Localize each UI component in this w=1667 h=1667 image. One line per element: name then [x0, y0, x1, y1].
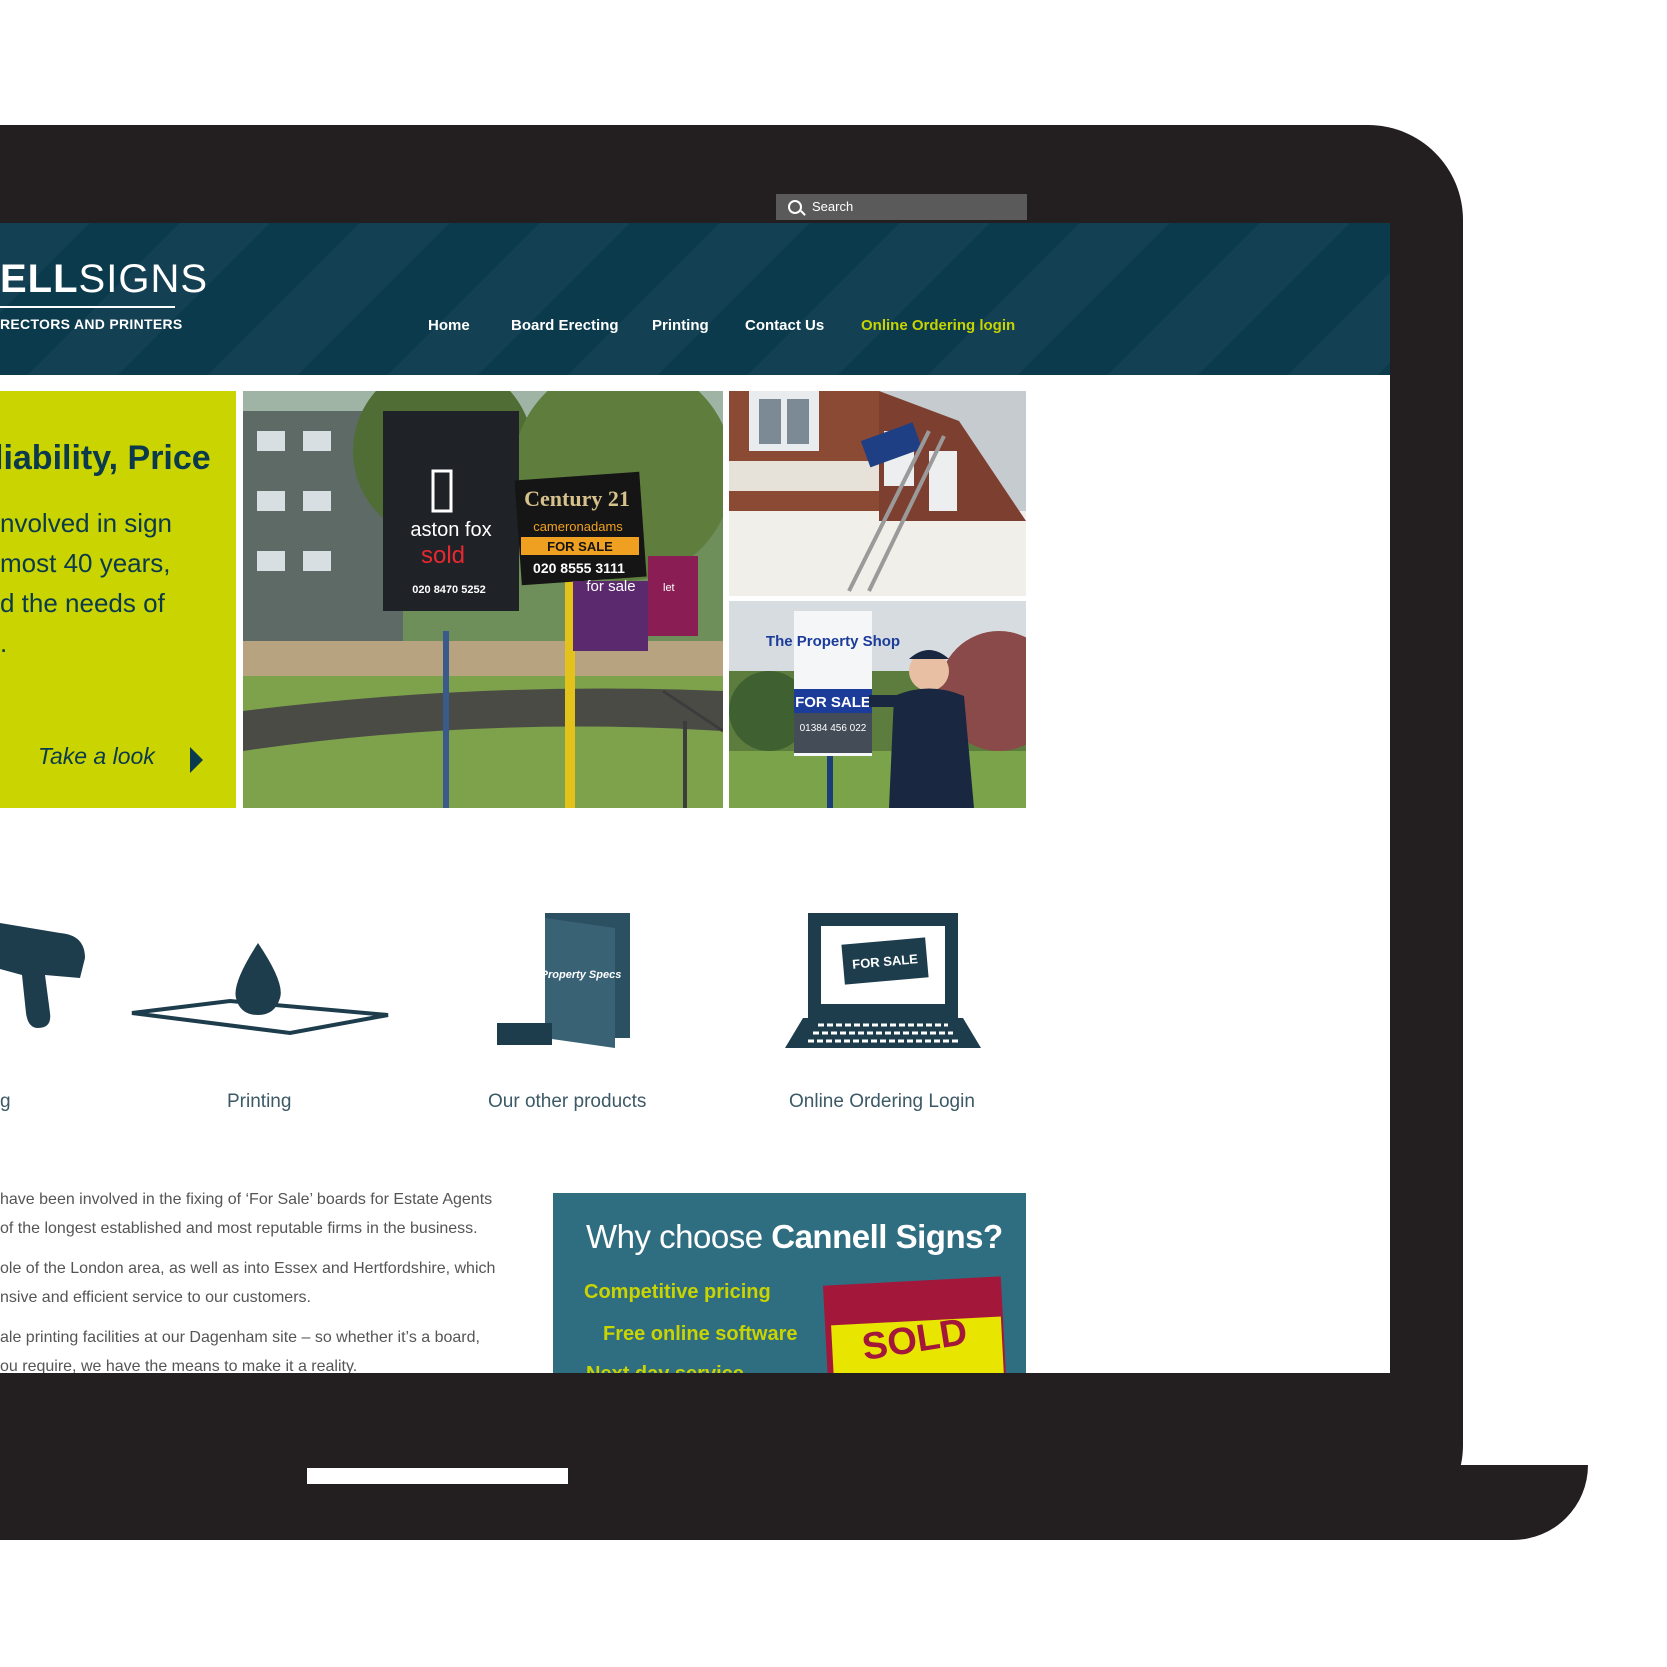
site-header: ELLSIGNS RECTORS AND PRINTERS Home Board… — [0, 223, 1390, 375]
drill-icon[interactable] — [0, 903, 90, 1038]
nav-contact[interactable]: Contact Us — [745, 317, 824, 334]
brochure-text: Property Specs — [541, 969, 622, 981]
laptop-base — [0, 1465, 1588, 1540]
service-label-erecting[interactable]: g — [0, 1091, 11, 1113]
hero-photo-house — [729, 391, 1026, 596]
about-line: of the longest established and most repu… — [0, 1220, 478, 1237]
about-line: ole of the London area, as well as into … — [0, 1260, 496, 1277]
service-label-online-login[interactable]: Online Ordering Login — [789, 1091, 975, 1113]
ink-drop-icon[interactable] — [130, 943, 390, 1058]
hero-line: nvolved in sign — [0, 508, 172, 538]
board-sub-cameron: cameronadams — [533, 519, 623, 534]
board-status-forsale: FOR SALE — [547, 539, 613, 554]
take-a-look-link[interactable]: Take a look — [38, 743, 155, 770]
board-brand-property: The Property Shop — [766, 633, 900, 650]
hero-banner: liability, Price nvolved in sign most 40… — [0, 391, 236, 808]
about-line: nsive and efficient service to our custo… — [0, 1289, 311, 1306]
why-point: Next day service — [586, 1363, 744, 1373]
service-label-printing[interactable]: Printing — [227, 1091, 291, 1113]
hero-title: liability, Price — [0, 439, 211, 477]
nav-printing[interactable]: Printing — [652, 317, 709, 334]
why-choose-banner[interactable]: Why choose Cannell Signs? Competitive pr… — [553, 1193, 1026, 1373]
board-brand-century: Century 21 — [524, 486, 630, 511]
hero-body: nvolved in sign most 40 years, d the nee… — [0, 503, 172, 663]
brochure-icon[interactable]: Property Specs — [495, 913, 645, 1058]
hero-line: most 40 years, — [0, 548, 171, 578]
laptop-icon[interactable]: FOR SALE — [783, 913, 983, 1058]
sold-sign-graphic: SOLD — [822, 1276, 1008, 1373]
hero-photo-boards: aston fox sold 020 8470 5252 Century 21 … — [243, 391, 723, 808]
board-status-sold: sold — [421, 542, 465, 569]
board-forsale-purple: for sale — [586, 578, 635, 595]
hero-photo-installer: The Property Shop FOR SALE 01384 456 022 — [729, 601, 1026, 808]
laptop-trackpad — [307, 1468, 568, 1484]
logo-rest: SIGNS — [78, 257, 209, 301]
nav-board-erecting[interactable]: Board Erecting — [511, 317, 619, 334]
board-phone-century: 020 8555 3111 — [533, 560, 625, 576]
board-phone-property: 01384 456 022 — [800, 723, 867, 734]
why-title-a: Why choose — [586, 1218, 772, 1255]
logo-rule — [0, 306, 175, 308]
board-brand-aston: aston fox — [410, 519, 491, 541]
service-label-other-products[interactable]: Our other products — [488, 1091, 646, 1113]
search-placeholder: Search — [812, 199, 854, 214]
nav-online-ordering[interactable]: Online Ordering login — [861, 317, 1015, 334]
why-point: Free online software — [603, 1323, 798, 1345]
hero-line: . — [0, 628, 8, 658]
search-icon — [788, 200, 802, 214]
website-screen: ELLSIGNS RECTORS AND PRINTERS Home Board… — [0, 223, 1390, 1373]
board-phone-aston: 020 8470 5252 — [412, 584, 485, 596]
logo-tagline: RECTORS AND PRINTERS — [0, 316, 183, 332]
why-title: Why choose Cannell Signs? — [586, 1218, 1003, 1256]
about-line: have been involved in the fixing of ‘For… — [0, 1191, 493, 1208]
why-point: Competitive pricing — [584, 1281, 771, 1303]
about-line: ou require, we have the means to make it… — [0, 1358, 358, 1373]
about-line: ale printing facilities at our Dagenham … — [0, 1329, 480, 1346]
search-box[interactable]: Search — [776, 194, 1027, 220]
why-title-b: Cannell Signs? — [771, 1218, 1003, 1255]
site-logo[interactable]: ELLSIGNS RECTORS AND PRINTERS — [0, 257, 208, 332]
board-status-property: FOR SALE — [795, 694, 871, 711]
nav-home[interactable]: Home — [428, 317, 470, 334]
hero-line: d the needs of — [0, 588, 165, 618]
arrow-right-icon[interactable] — [190, 747, 203, 773]
logo-bold: ELL — [0, 257, 79, 301]
board-let: let — [663, 582, 675, 594]
